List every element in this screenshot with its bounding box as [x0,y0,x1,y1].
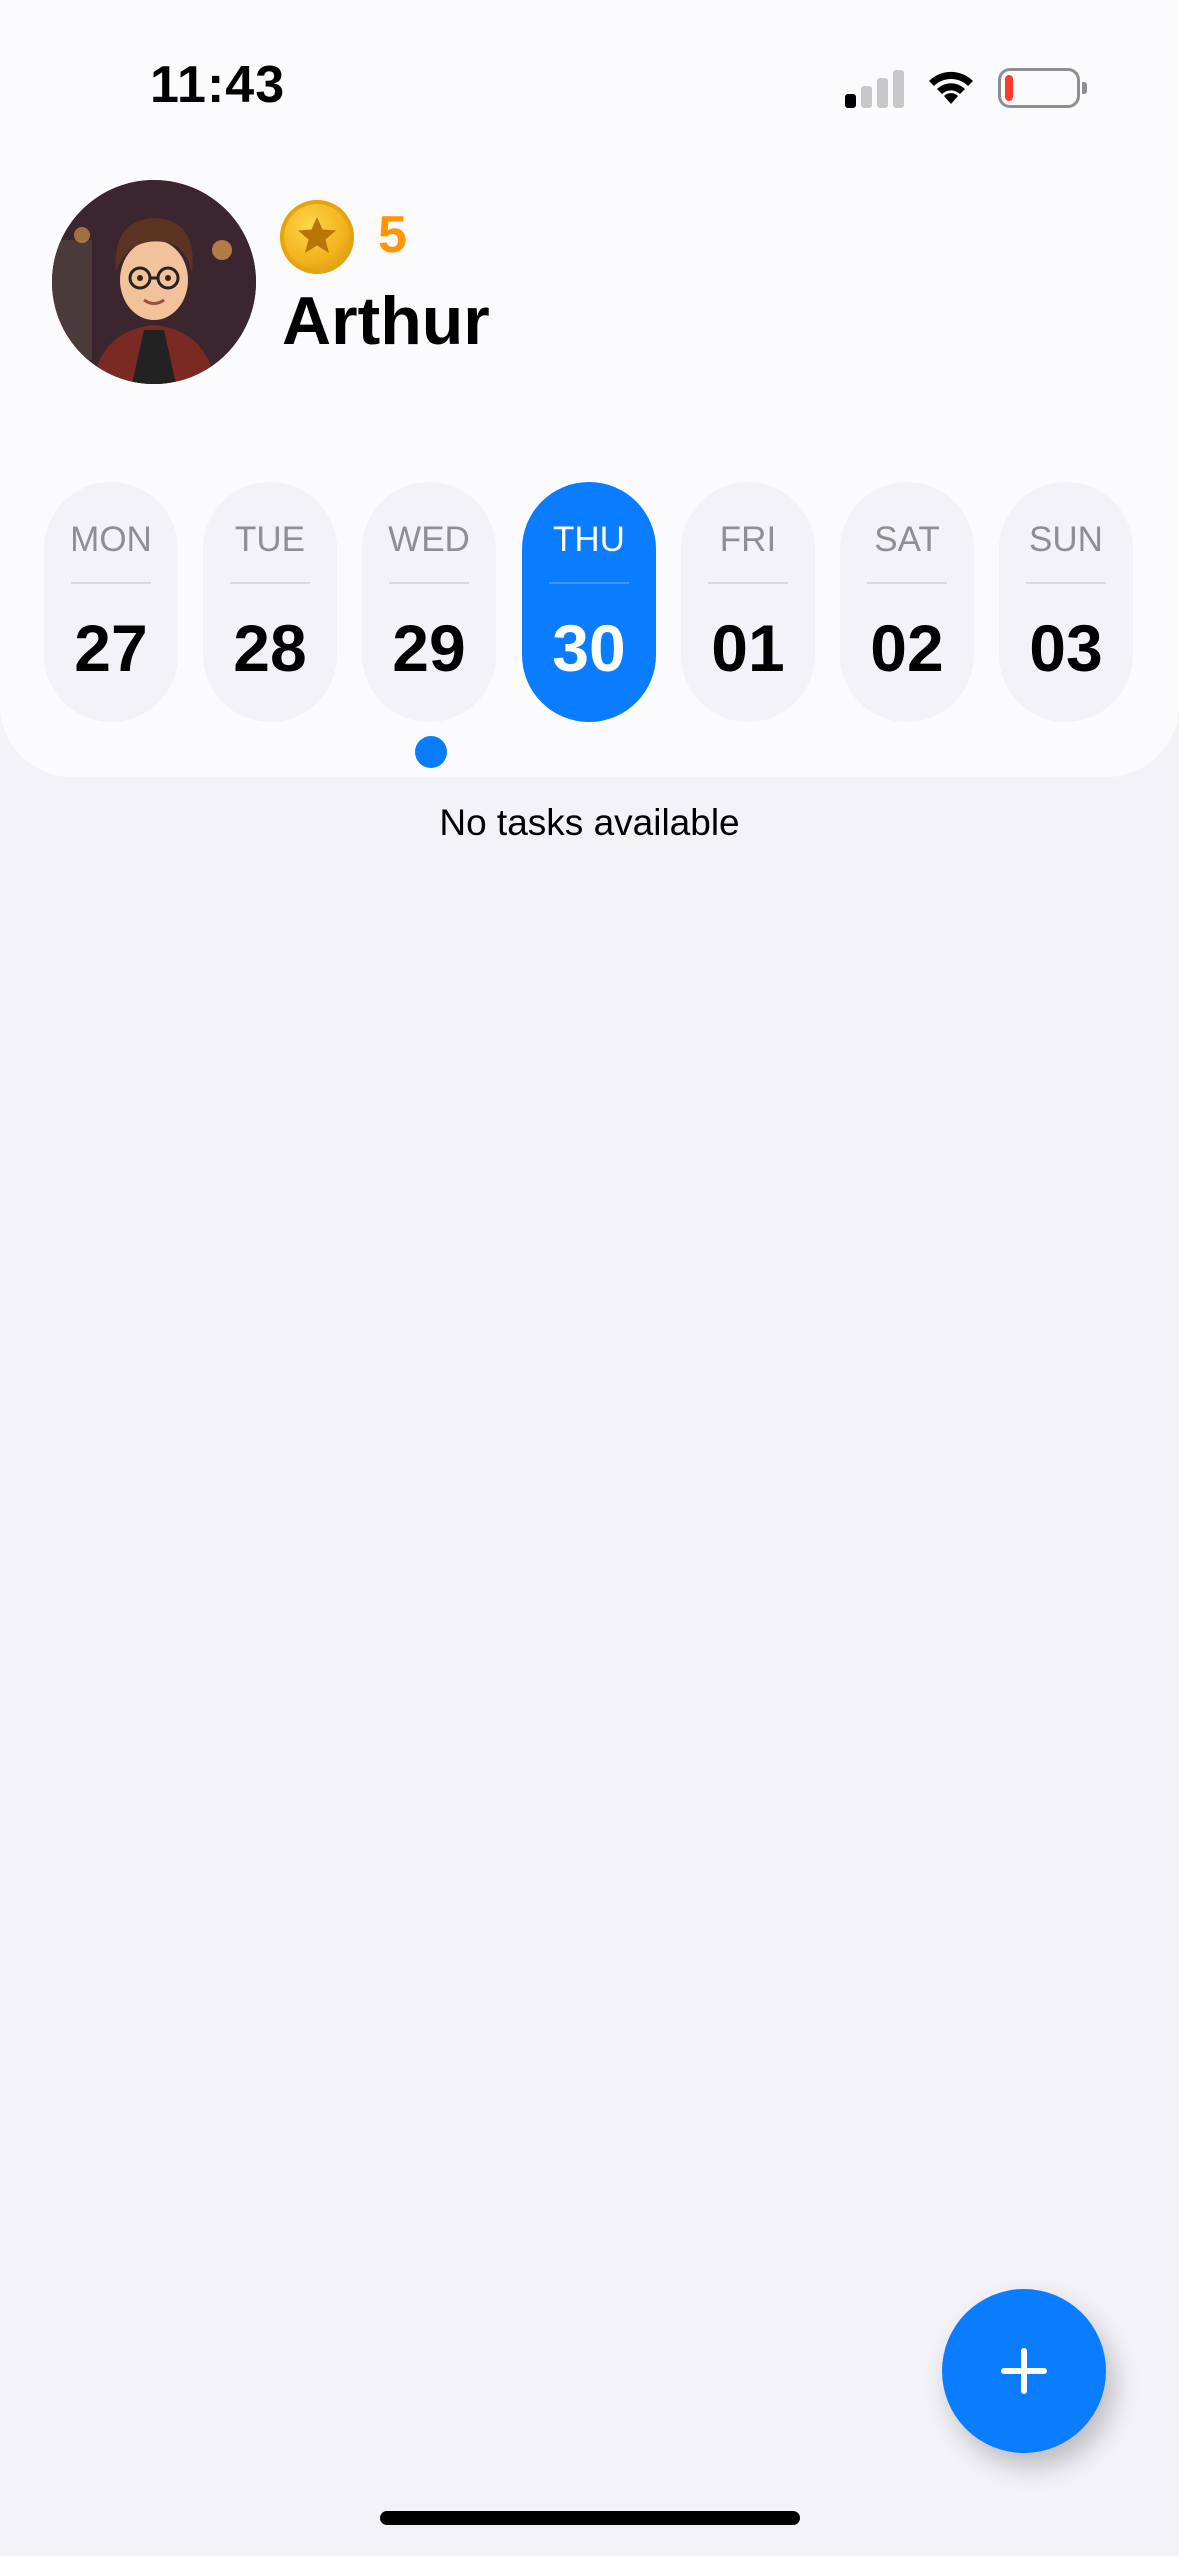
day-divider [549,582,629,584]
user-name: Arthur [282,283,490,359]
day-divider [708,582,788,584]
empty-tasks-message: No tasks available [439,802,740,843]
cellular-signal-icon [845,68,905,108]
status-time: 11:43 [150,56,286,114]
day-name: FRI [719,520,777,559]
day-divider [230,582,310,584]
battery-low-icon [998,68,1087,108]
day-mon[interactable]: MON 27 [44,482,178,722]
day-number: 03 [1029,611,1103,685]
day-name: THU [553,520,625,559]
day-number: 30 [552,611,626,685]
header-card: 11:43 5 Arthur MON 27 TUE 28 WED 29 THU … [0,0,1179,777]
day-name: MON [70,520,152,559]
day-sat[interactable]: SAT 02 [840,482,974,722]
day-divider [71,582,151,584]
day-name: WED [388,520,470,559]
battery-level-fill [1005,75,1013,101]
day-fri[interactable]: FRI 01 [681,482,815,722]
task-indicator-dot [415,736,447,768]
day-number: 28 [233,611,307,685]
day-sun[interactable]: SUN 03 [999,482,1133,722]
day-divider [867,582,947,584]
wifi-icon [924,66,978,108]
add-task-button[interactable] [942,2289,1106,2453]
day-name: SAT [874,520,940,559]
day-number: 27 [74,611,148,685]
star-coin-icon [280,200,354,274]
coins-count: 5 [378,206,407,264]
screen: 11:43 5 Arthur MON 27 TUE 28 WED 29 THU … [0,0,1179,2556]
day-tue[interactable]: TUE 28 [203,482,337,722]
day-number: 29 [392,611,466,685]
home-indicator[interactable] [380,2511,800,2525]
day-number: 02 [870,611,944,685]
week-strip: MON 27 TUE 28 WED 29 THU 30 FRI 01 SAT 0… [44,482,1135,722]
avatar[interactable] [52,180,256,384]
day-thu-selected[interactable]: THU 30 [522,482,656,722]
day-divider [1026,582,1106,584]
day-number: 01 [711,611,785,685]
day-wed[interactable]: WED 29 [362,482,496,722]
day-name: TUE [235,520,305,559]
day-divider [389,582,469,584]
plus-icon [1001,2348,1047,2394]
day-name: SUN [1029,520,1103,559]
